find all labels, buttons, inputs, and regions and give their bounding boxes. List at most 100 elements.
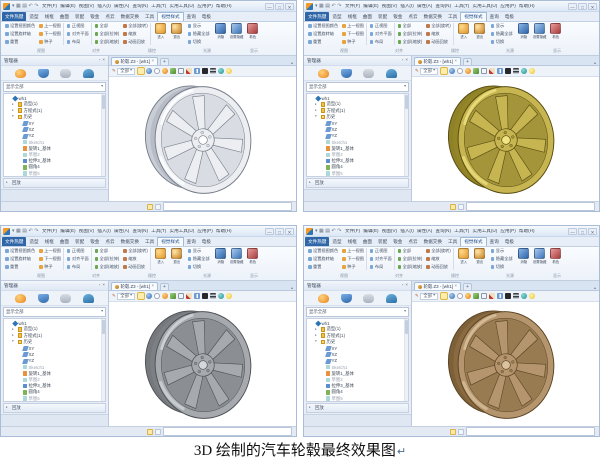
ribbon-command[interactable]: 全部(旋转) xyxy=(123,248,148,253)
open-icon[interactable]: ▤ xyxy=(325,3,330,9)
ribbon-command[interactable]: 显示 xyxy=(490,23,513,28)
history-manager-icon[interactable] xyxy=(317,293,329,303)
menu-item[interactable]: 工具(T) xyxy=(150,4,168,9)
history-manager-icon[interactable] xyxy=(317,68,329,78)
pin-panel-icon[interactable]: ▫ xyxy=(99,58,101,63)
menu-item[interactable]: 帮助(H) xyxy=(517,229,536,234)
section-icon[interactable] xyxy=(170,68,177,74)
ribbon-tab[interactable]: 工具 xyxy=(445,237,460,246)
ribbon-command[interactable]: 正视图 xyxy=(369,248,392,253)
command-input[interactable] xyxy=(466,202,595,211)
menu-item[interactable]: 编辑(E) xyxy=(59,4,78,9)
ribbon-tab[interactable]: 电极 xyxy=(199,12,214,21)
wireframe-icon[interactable] xyxy=(137,292,146,300)
ribbon-big-button[interactable]: 着色 xyxy=(549,23,563,40)
app-menu-icon[interactable]: ▾ xyxy=(315,3,318,9)
close-icon[interactable]: ✕ xyxy=(285,2,294,10)
visibility-manager-icon[interactable] xyxy=(60,68,72,78)
ribbon-big-button[interactable]: 退出 xyxy=(170,248,184,265)
ribbon-command[interactable]: 显示 xyxy=(187,248,210,253)
undo-icon[interactable]: ↶ xyxy=(331,3,335,9)
ribbon-tab[interactable]: 造型 xyxy=(329,12,344,21)
zw3d-app-logo-icon[interactable] xyxy=(306,2,313,10)
background-stripe-icon[interactable] xyxy=(210,68,217,74)
ribbon-big-button[interactable]: 消隐 xyxy=(517,23,531,40)
background-stripe-icon[interactable] xyxy=(210,293,217,299)
ribbon-command[interactable]: 缩放 xyxy=(123,256,148,261)
ribbon-command[interactable]: 全部(拉伸) xyxy=(94,31,119,36)
pin-panel-icon[interactable]: ▫ xyxy=(99,283,101,288)
ribbon-tab[interactable]: 文件热键 xyxy=(2,12,27,21)
tree-expander-icon[interactable]: ▸ xyxy=(315,108,319,113)
ribbon-tab[interactable]: 装配 xyxy=(72,237,87,246)
ribbon-command[interactable]: 布局 xyxy=(369,264,392,269)
ribbon-command[interactable]: 种子 xyxy=(342,264,364,269)
assembly-manager-icon[interactable] xyxy=(340,293,352,303)
new-tab-button[interactable]: + xyxy=(159,283,169,290)
pick-filter-dropdown[interactable]: 全部 ▾ xyxy=(117,292,135,300)
ribbon-big-button[interactable]: 着色 xyxy=(549,248,563,265)
ribbon-tab[interactable]: 电极 xyxy=(502,237,517,246)
maximize-icon[interactable]: □ xyxy=(578,227,587,235)
tree-expander-icon[interactable]: ▾ xyxy=(315,115,319,119)
ribbon-tab[interactable]: 视觉样式 xyxy=(460,12,487,21)
section-icon[interactable] xyxy=(473,293,480,299)
menu-item[interactable]: 编辑(E) xyxy=(362,229,381,234)
close-tab-icon[interactable]: × xyxy=(152,284,154,288)
ribbon-command[interactable]: 重置 xyxy=(308,264,338,269)
ribbon-command[interactable]: 缩放 xyxy=(123,31,148,36)
layer-manager-icon[interactable] xyxy=(83,68,95,78)
menu-item[interactable]: 视图(V) xyxy=(77,4,96,9)
ribbon-command[interactable]: 重置 xyxy=(308,39,338,44)
tree-scrollbar[interactable] xyxy=(404,94,408,176)
ribbon-big-button[interactable]: 设置隐藏 xyxy=(533,248,547,265)
command-input[interactable] xyxy=(163,427,292,436)
layer-manager-icon[interactable] xyxy=(386,293,398,303)
redo-icon[interactable]: ↷ xyxy=(34,3,38,9)
wireframe-icon[interactable] xyxy=(440,292,449,300)
ribbon-command[interactable]: 正视图 xyxy=(66,23,89,28)
menu-item[interactable]: 应用(P) xyxy=(499,229,518,234)
material-sphere-icon[interactable] xyxy=(218,293,225,299)
ribbon-command[interactable]: 设置视图颜色 xyxy=(5,248,35,253)
ribbon-tab[interactable]: 数据交换 xyxy=(421,237,445,246)
material-sphere-icon[interactable] xyxy=(218,68,225,74)
close-tab-icon[interactable]: × xyxy=(152,59,154,63)
zw3d-app-logo-icon[interactable] xyxy=(3,227,10,235)
ribbon-big-button[interactable]: 着色 xyxy=(246,248,260,265)
tree-scrollbar[interactable] xyxy=(404,319,408,401)
shaded-sphere-icon[interactable] xyxy=(449,293,456,299)
menu-item[interactable]: 视图(V) xyxy=(77,229,96,234)
section-icon[interactable] xyxy=(473,68,480,74)
ribbon-command[interactable]: 全部(拉伸) xyxy=(397,31,422,36)
minimize-icon[interactable]: — xyxy=(265,227,274,235)
ribbon-tab[interactable]: 视觉样式 xyxy=(460,237,487,246)
hidden-line-icon[interactable] xyxy=(457,68,464,74)
ribbon-tab[interactable]: 视觉样式 xyxy=(157,12,184,21)
ribbon-command[interactable]: 上一视图 xyxy=(39,23,61,28)
ribbon-tab[interactable]: 装配 xyxy=(375,237,390,246)
pick-filter-dropdown[interactable]: 全部 ▾ xyxy=(420,292,438,300)
ribbon-command[interactable]: 切换 xyxy=(490,264,513,269)
ribbon-tab[interactable]: 文件热键 xyxy=(305,12,330,21)
viewport-icon[interactable] xyxy=(178,293,185,299)
pick-filter-dropdown[interactable]: 全部 ▾ xyxy=(117,67,135,75)
ribbon-tab[interactable]: 查询 xyxy=(184,12,199,21)
wireframe-icon[interactable] xyxy=(440,67,449,75)
close-icon[interactable]: ✕ xyxy=(588,227,597,235)
assembly-manager-icon[interactable] xyxy=(37,68,49,78)
background-stripe-icon[interactable] xyxy=(513,293,520,299)
pick-filter-icon[interactable]: ✎ xyxy=(415,293,419,299)
assembly-manager-icon[interactable] xyxy=(37,293,49,303)
assembly-manager-icon[interactable] xyxy=(340,68,352,78)
ribbon-tab[interactable]: 钣金 xyxy=(87,12,102,21)
menu-item[interactable]: 实用工具(U) xyxy=(168,229,196,234)
menu-item[interactable]: 查询(N) xyxy=(131,4,150,9)
ribbon-command[interactable]: 上一视图 xyxy=(342,23,364,28)
undo-icon[interactable]: ↶ xyxy=(28,228,32,234)
ribbon-command[interactable]: 缩放 xyxy=(426,31,451,36)
render-sphere-icon[interactable] xyxy=(162,293,169,299)
material-sphere-icon[interactable] xyxy=(521,293,528,299)
viewport-icon[interactable] xyxy=(481,293,488,299)
light-icon[interactable] xyxy=(226,293,233,299)
